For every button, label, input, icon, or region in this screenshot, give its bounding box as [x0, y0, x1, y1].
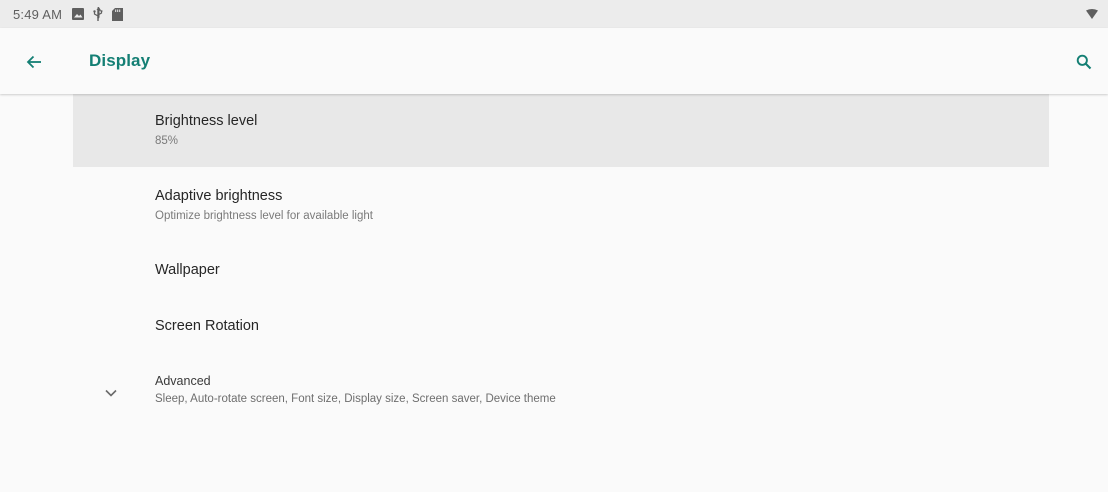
pref-adaptive-brightness[interactable]: Adaptive brightness Optimize brightness …	[73, 167, 1049, 237]
search-icon	[1076, 54, 1092, 70]
status-notification-icons	[72, 7, 124, 21]
chevron-down-icon	[103, 385, 119, 401]
pref-summary: Optimize brightness level for available …	[155, 210, 373, 222]
arrow-back-icon	[26, 55, 41, 69]
image-icon	[72, 8, 85, 20]
page-title: Display	[89, 51, 151, 70]
status-bar: 5:49 AM	[0, 0, 1108, 28]
sd-card-icon	[112, 7, 124, 21]
pref-screen-rotation[interactable]: Screen Rotation	[73, 293, 1049, 350]
pref-brightness-level[interactable]: Brightness level 85%	[73, 94, 1049, 167]
pref-summary: 85%	[155, 135, 179, 147]
status-right-icons	[1086, 7, 1098, 22]
pref-advanced[interactable]: Advanced Sleep, Auto-rotate screen, Font…	[73, 350, 1049, 426]
search-button[interactable]	[1070, 48, 1098, 76]
wifi-icon	[1086, 7, 1098, 22]
pref-title: Screen Rotation	[155, 318, 259, 334]
usb-icon	[92, 7, 104, 21]
pref-title: Brightness level	[155, 113, 258, 129]
pref-title: Adaptive brightness	[155, 188, 283, 204]
pref-summary: Sleep, Auto-rotate screen, Font size, Di…	[155, 393, 556, 405]
pref-wallpaper[interactable]: Wallpaper	[73, 237, 1049, 293]
status-time: 5:49 AM	[13, 6, 63, 22]
back-button[interactable]	[20, 48, 48, 76]
preference-list: Brightness level 85% Adaptive brightness…	[0, 94, 1108, 492]
toolbar: Display	[0, 28, 1108, 94]
pref-title: Advanced	[155, 374, 211, 388]
pref-title: Wallpaper	[155, 262, 220, 278]
